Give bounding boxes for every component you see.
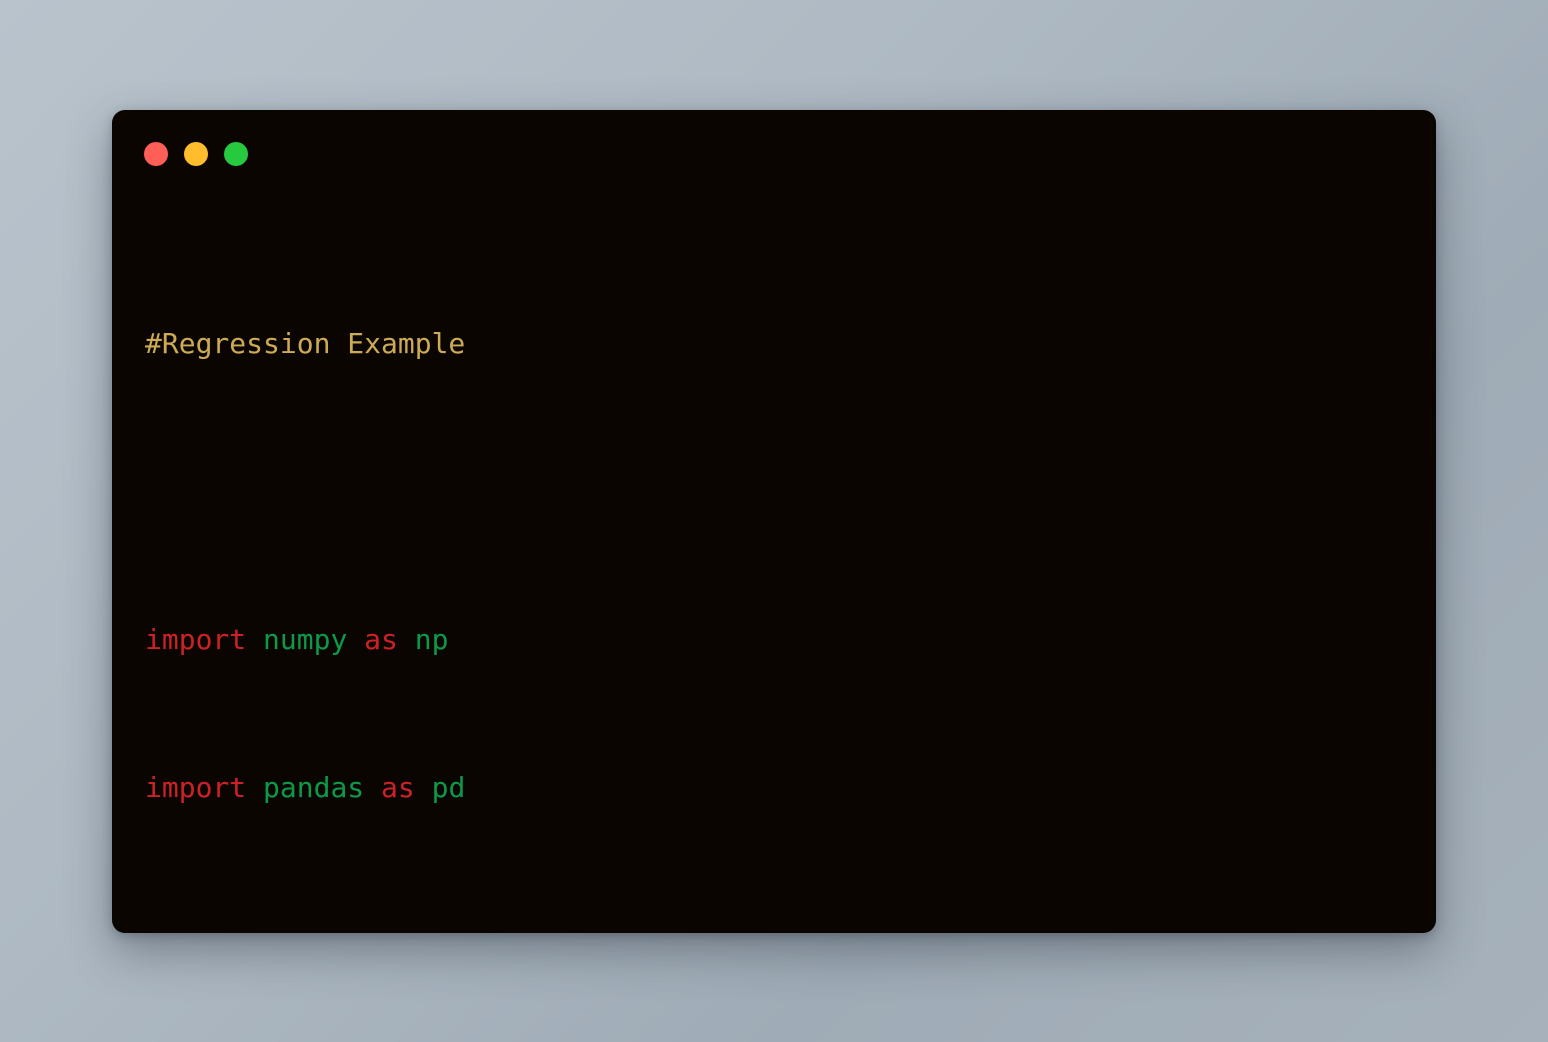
- token-keyword-as: as: [381, 771, 415, 804]
- code-line-comment: #Regression Example: [145, 325, 1416, 362]
- code-line-import-numpy: import numpy as np: [145, 621, 1416, 658]
- token-comment: #Regression Example: [145, 327, 466, 360]
- token-module-pandas: pandas: [263, 771, 365, 804]
- token-keyword-import: import: [145, 623, 247, 656]
- minimize-button[interactable]: [184, 142, 208, 166]
- token-alias-pd: pd: [431, 771, 466, 804]
- token-alias-np: np: [414, 623, 449, 656]
- screenshot-stage: #Regression Example import numpy as np i…: [0, 0, 1548, 1042]
- window-controls: [144, 142, 248, 166]
- token-keyword-as: as: [364, 623, 398, 656]
- close-button[interactable]: [144, 142, 168, 166]
- code-block[interactable]: #Regression Example import numpy as np i…: [145, 214, 1416, 933]
- token-module-numpy: numpy: [263, 623, 348, 656]
- maximize-button[interactable]: [224, 142, 248, 166]
- code-window-card: #Regression Example import numpy as np i…: [112, 110, 1436, 933]
- code-line-import-pandas: import pandas as pd: [145, 769, 1416, 806]
- token-keyword-import: import: [145, 771, 247, 804]
